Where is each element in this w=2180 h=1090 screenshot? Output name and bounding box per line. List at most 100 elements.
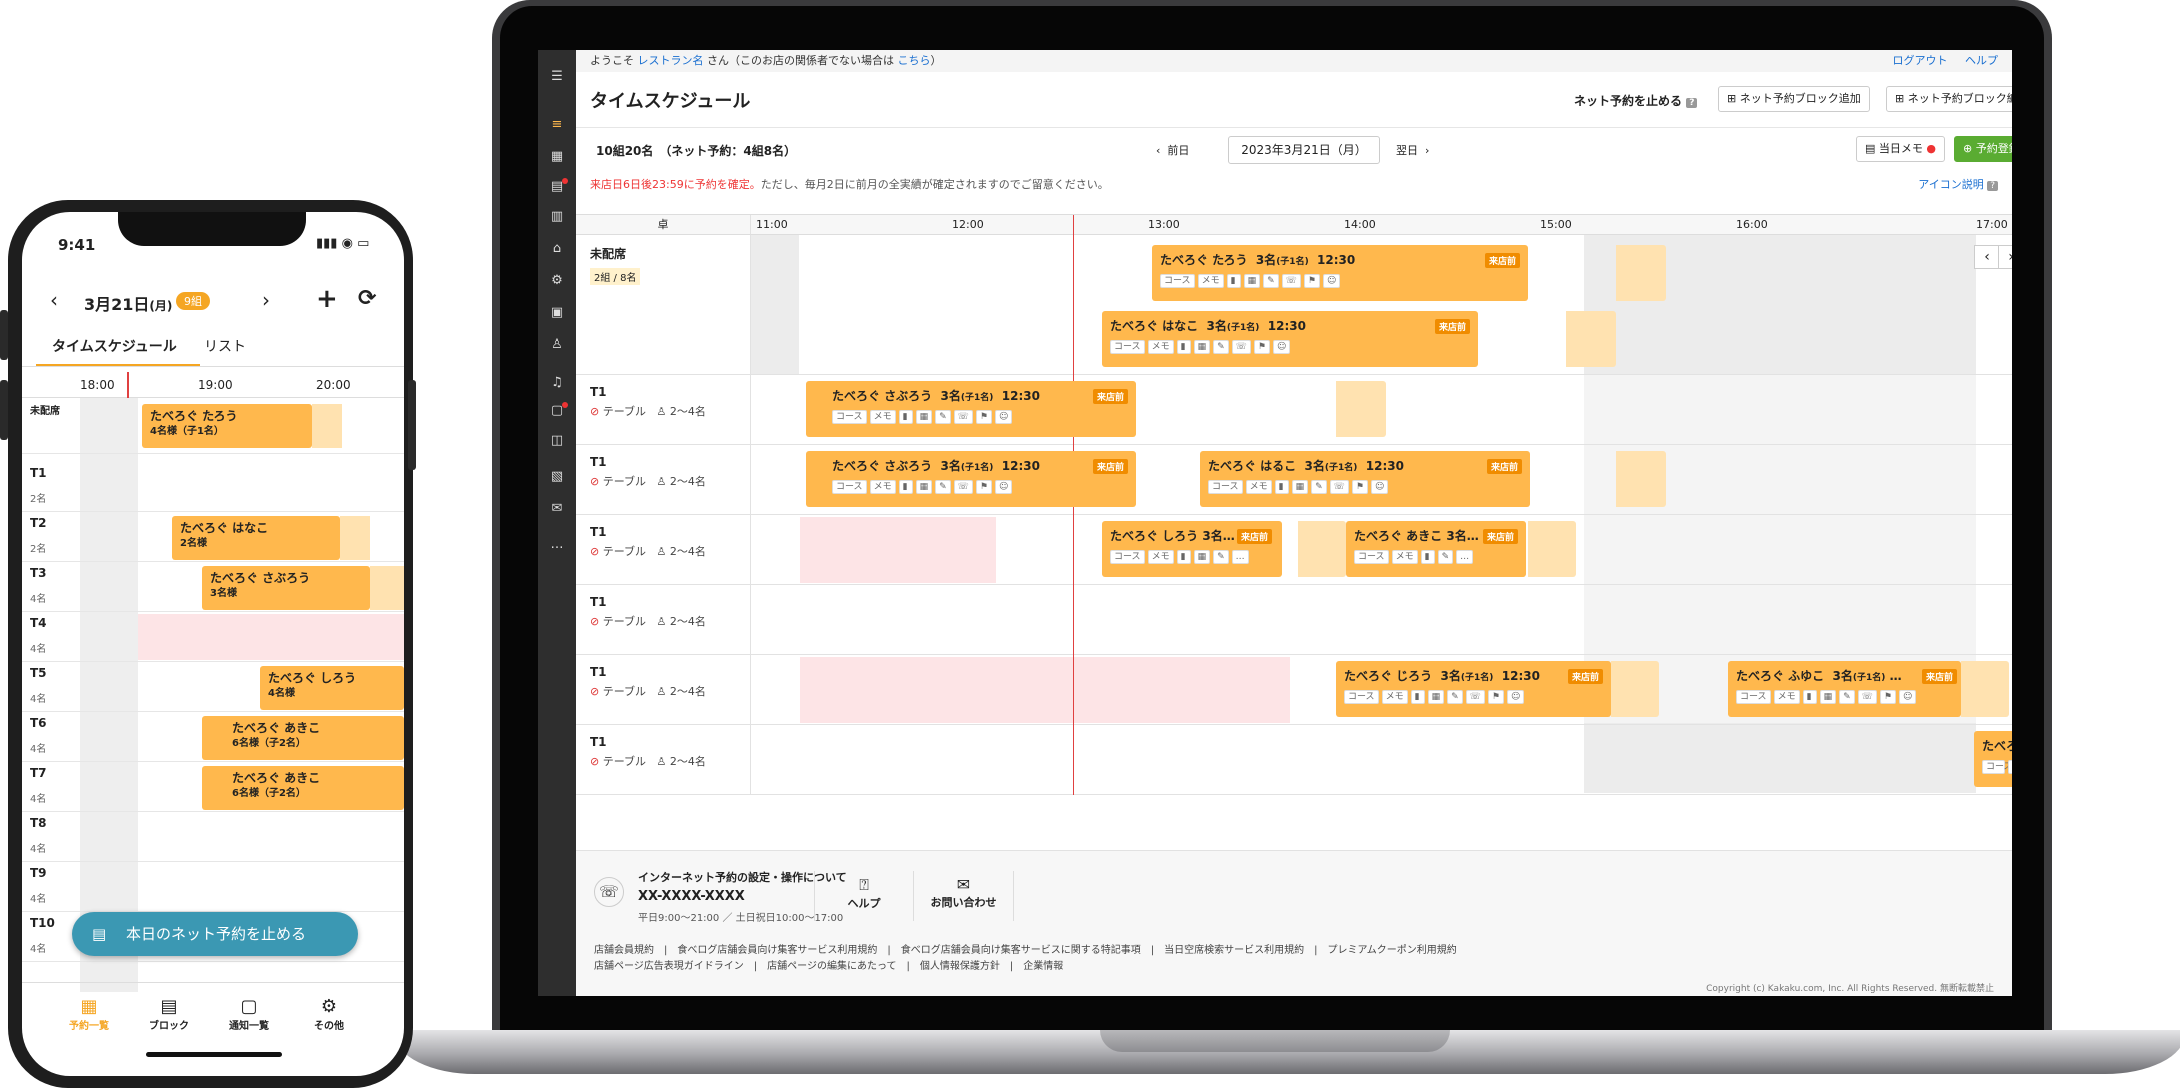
mail-icon: ✉ [956,875,971,894]
hour-label: 20:00 [316,378,351,392]
phone-next-button[interactable]: › [262,288,270,312]
tab-list[interactable]: リスト [204,336,246,356]
menu-icon[interactable]: ☰ [548,68,566,86]
notice: 来店日6日後23:59に予約を確定。ただし、毎月2日に前月の全実績が確定されます… [576,172,2012,198]
icon-legend-link[interactable]: アイコン説明 ? [1918,172,1998,199]
topbar: ようこそ レストラン名 さん（このお店の関係者でない場合は こちら） ログアウト… [576,50,2012,72]
reservation-card[interactable]: たべろぐ あきこ 3名… 来店前 コース メモ ▮ ✎… [1346,521,1526,577]
home-indicator [146,1052,282,1057]
restaurant-link[interactable]: レストラン名 [638,54,704,67]
today-memo-button[interactable]: ▤ 当日メモ ● [1856,136,1945,162]
welcome-suffix: さん（このお店の関係者でない場合は [707,54,894,67]
reservation-card[interactable]: たべろぐ はなこ 3名(子1名) 12:30 来店前 コース メモ ▮ ▦ ✎ ☏ ⚑ ☺ [1102,311,1478,367]
add-icon[interactable]: + [316,284,338,314]
date-input[interactable]: 2023年3月21日（月） [1228,136,1380,164]
blocked-slot[interactable] [800,517,996,583]
car-icon[interactable]: ◫ [548,432,566,450]
seat-header: 卓 [576,215,751,235]
hour-label: 11:00 [756,218,788,231]
status-icons: ▮▮▮ ◉ ▭ [316,236,370,251]
here-link[interactable]: こちら [898,54,931,67]
summary: 10組20名 （ネット予約：4組8名） [596,144,797,158]
reservation-card[interactable]: たべろぐ あきこ 6名様（子2名） [202,716,404,760]
table-row: T1 ⊘ テーブル ♙ 2〜4名 [576,585,2012,655]
edit-block-button[interactable]: ⊞ ネット予約ブロック編集 [1886,86,2012,112]
tab-schedule[interactable]: タイムスケジュール [52,336,177,356]
schedule-icon[interactable]: ≡ [548,116,566,134]
bell-icon[interactable]: ♫ [548,374,566,392]
refresh-icon[interactable]: ⟳ [358,286,376,311]
book-icon[interactable]: ▥ [548,208,566,226]
notice-red: 来店日6日後23:59に予約を確定。 [590,178,761,191]
reservation-card[interactable]: たべろぐ しろう 4名様 [260,666,404,710]
award-icon[interactable]: ♙ [548,336,566,354]
mail-icon[interactable]: ✉ [548,500,566,518]
phone-date[interactable]: 3月21日(月) [84,291,172,315]
nav-notifications[interactable]: ▢ 通知一覧 [214,996,284,1032]
footer-help-button[interactable]: ⍰ ヘルプ [814,871,914,921]
table-row: T1 ⊘ テーブル ♙ 2〜4名 [576,725,2012,795]
logout-link[interactable]: ログアウト [1893,54,1948,67]
count-badge: 9組 [176,292,210,310]
scroll-right-button[interactable]: › [1998,245,2012,269]
copyright: Copyright (c) Kakaku.com, Inc. All Right… [1706,984,1994,994]
footer-links[interactable]: 店舗会員規約 | 食べログ店舗会員向け集客サービス利用規約 | 食べログ店舗会員… [594,941,1457,956]
contact-phone: XX-XXXX-XXXX [638,889,745,904]
nav-block[interactable]: ▤ ブロック [134,996,204,1032]
question-icon: ⍰ [859,875,869,894]
prev-day-button[interactable]: ‹ 前日 [1156,142,1189,158]
help-link[interactable]: ヘルプ [1965,54,1998,67]
reservation-card[interactable]: たべろぐ はなこ 2名様 [172,516,340,560]
laptop-hinge [1100,1030,1450,1052]
calendar-icon: ▦ [80,996,98,1017]
blocked-slot[interactable] [800,657,1290,723]
table-row: T1 ⊘ テーブル ♙ 2〜4名 [576,515,2012,585]
add-block-button[interactable]: ⊞ ネット予約ブロック追加 [1718,86,1870,112]
unassigned-label: 未配席 2組 / 8名 [576,235,751,374]
blocked-slot[interactable] [138,614,404,660]
phone-prev-button[interactable]: ‹ [50,288,58,312]
footer: ☏ インターネット予約の設定・操作について XX-XXXX-XXXX 平日9:0… [576,850,2012,996]
calendar-block-icon[interactable]: ▤ [548,178,568,196]
register-button[interactable]: ⊕ 予約登録 [1954,136,2012,162]
chat-icon[interactable]: ▢ [548,402,568,420]
help-icon: ? [1686,98,1698,108]
reservation-card[interactable]: たべろぐ はるこ 3名(子1名) 12:30 来店前 コース メモ ▮ ▦ ✎ ☏ ⚑ ☺ [1200,451,1530,507]
unassigned-count: 2組 / 8名 [590,268,641,285]
nav-other[interactable]: ⚙ その他 [294,996,364,1032]
reservation-card[interactable]: たべろぐ ごろ コースメモ [1974,731,2012,787]
reservation-card[interactable]: たべろぐ しろう 3名… 来店前 コース メモ ▮ ▦ ✎… [1102,521,1282,577]
status-time: 9:41 [58,236,96,254]
chat-icon: ▢ [240,996,258,1017]
phone-notch [118,212,306,246]
nav-reservations[interactable]: ▦ 予約一覧 [54,996,124,1032]
time-header [751,215,2012,235]
gear-icon[interactable]: ⚙ [548,272,566,290]
scroll-left-button[interactable]: ‹ [1974,245,2000,269]
reservation-card[interactable]: たべろぐ さぶろう 3名(子1名) 12:30 来店前 コース メモ ▮ ▦ ✎ ☏ ⚑ ☺ [806,451,1136,507]
calendar-icon[interactable]: ▦ [548,148,566,166]
stop-net-button[interactable]: ▤ 本日のネット予約を止める [72,912,358,956]
reservation-card[interactable]: たべろぐ たろう 4名様（子1名） [142,404,312,448]
next-day-button[interactable]: 翌日 › [1396,142,1429,158]
seat-icon[interactable]: ⌂ [548,240,566,258]
footer-inquiry-button[interactable]: ✉ お問い合わせ [914,871,1014,921]
hour-label: 18:00 [80,378,115,392]
phone-side-button [0,310,8,360]
notice-text: ただし、毎月2日に前月の全実績が確定されますのでご留意ください。 [760,178,1109,191]
reservation-card[interactable]: たべろぐ たろう 3名(子1名) 12:30 来店前 コース メモ ▮ ▦ ✎ ☏ ⚑ ☺ [1152,245,1528,301]
reservation-card[interactable]: たべろぐ じろう 3名(子1名) 12:30 来店前 コース メモ ▮ ▦ ✎ ☏ ⚑ ☺ [1336,661,1611,717]
more-icon[interactable]: … [548,536,566,554]
reservation-card[interactable]: たべろぐ ふゆこ 3名(子1名) … 来店前 コース メモ ▮ ▦ ✎ ☏ ⚑ ☺ [1728,661,1961,717]
stop-net-toggle[interactable]: ネット予約を止める ? [1574,92,1698,109]
icon-rail: ☰ ≡ ▦ ▤ ▥ ⌂ ⚙ ▣ ♙ ♫ ▢ ◫ ▧ ✉ … [538,50,576,996]
schedule-grid: 卓 11:00 12:00 13:00 14:00 15:00 16:00 17… [576,214,2012,852]
reservation-card[interactable]: たべろぐ さぶろう 3名様 [202,566,370,610]
document-icon[interactable]: ▣ [548,304,566,322]
clipboard-icon[interactable]: ▧ [548,468,566,486]
reservation-card[interactable]: たべろぐ あきこ 6名様（子2名） [202,766,404,810]
hour-label: 13:00 [1148,218,1180,231]
gear-icon: ⚙ [320,996,338,1017]
reservation-card[interactable]: たべろぐ さぶろう 3名(子1名) 12:30 来店前 コース メモ ▮ ▦ ✎ ☏ ⚑ ☺ [806,381,1136,437]
footer-links[interactable]: 店舗ページ広告表現ガイドライン | 店舗ページの編集にあたって | 個人情報保護… [594,957,1063,972]
